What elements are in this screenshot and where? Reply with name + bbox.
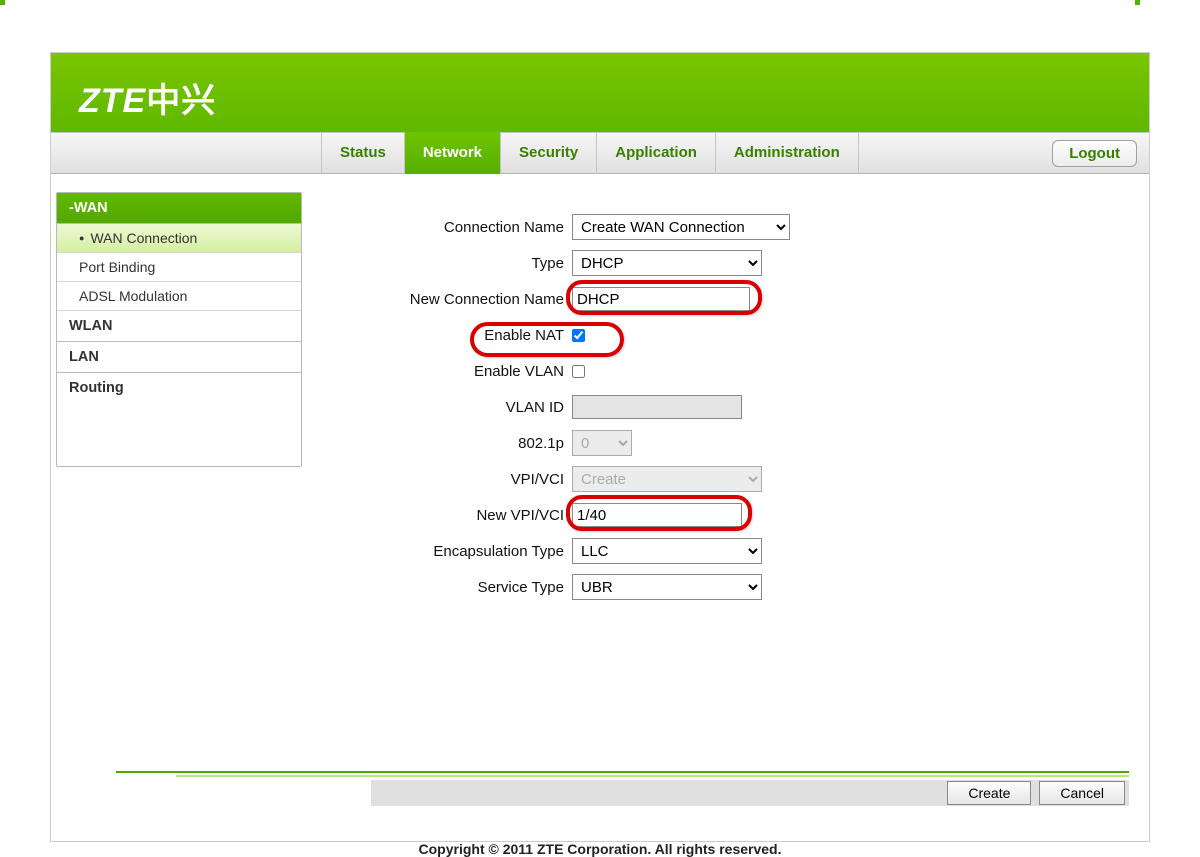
select-connection-name[interactable]: Create WAN Connection (572, 214, 790, 240)
sidebar-item-wan-connection[interactable]: WAN Connection (57, 224, 301, 253)
logout-button[interactable]: Logout (1052, 140, 1137, 167)
select-8021p: 0 (572, 430, 632, 456)
label-new-vpivci: New VPI/VCI (342, 507, 572, 524)
label-service-type: Service Type (342, 579, 572, 596)
copyright-text: Copyright © 2011 ZTE Corporation. All ri… (51, 841, 1149, 857)
brand-logo: ZTE中兴 (51, 53, 1149, 122)
divider (116, 771, 1129, 777)
tab-status[interactable]: Status (321, 132, 405, 174)
sidebar-item-adsl-modulation[interactable]: ADSL Modulation (57, 282, 301, 311)
tab-network[interactable]: Network (405, 132, 501, 174)
sidebar-section-routing[interactable]: Routing (57, 373, 301, 403)
tab-administration[interactable]: Administration (716, 132, 859, 174)
label-vpivci: VPI/VCI (342, 471, 572, 488)
select-type[interactable]: DHCP (572, 250, 762, 276)
header: ZTE中兴 (51, 53, 1149, 132)
logo-en: ZTE (79, 82, 146, 120)
top-nav: Status Network Security Application Admi… (51, 132, 1149, 174)
label-type: Type (342, 255, 572, 272)
sidebar-section-lan[interactable]: LAN (57, 342, 301, 373)
select-encapsulation-type[interactable]: LLC (572, 538, 762, 564)
input-new-vpivci[interactable] (572, 503, 742, 527)
logo-cn: 中兴 (146, 82, 216, 120)
input-new-connection-name[interactable] (572, 287, 750, 311)
annotation-highlight-icon (470, 322, 624, 357)
form-panel: Connection Name Create WAN Connection Ty… (302, 174, 1149, 797)
sidebar-section-wlan[interactable]: WLAN (57, 311, 301, 342)
label-vlan-id: VLAN ID (342, 399, 572, 416)
create-button[interactable]: Create (947, 781, 1031, 805)
sidebar-item-port-binding[interactable]: Port Binding (57, 253, 301, 282)
input-vlan-id (572, 395, 742, 419)
select-service-type[interactable]: UBR (572, 574, 762, 600)
label-connection-name: Connection Name (342, 219, 572, 236)
app-frame: ZTE中兴 Status Network Security Applicatio… (50, 52, 1150, 842)
label-enable-vlan: Enable VLAN (342, 363, 572, 380)
tab-security[interactable]: Security (501, 132, 597, 174)
label-encapsulation-type: Encapsulation Type (342, 543, 572, 560)
action-bar: Create Cancel (371, 780, 1129, 806)
select-vpivci: Create (572, 466, 762, 492)
tab-application[interactable]: Application (597, 132, 716, 174)
sidebar-section-wan[interactable]: -WAN (57, 193, 301, 224)
label-8021p: 802.1p (342, 435, 572, 452)
label-new-connection-name: New Connection Name (342, 291, 572, 308)
cancel-button[interactable]: Cancel (1039, 781, 1125, 805)
checkbox-enable-vlan[interactable] (572, 365, 585, 378)
sidebar: -WAN WAN Connection Port Binding ADSL Mo… (56, 192, 302, 467)
